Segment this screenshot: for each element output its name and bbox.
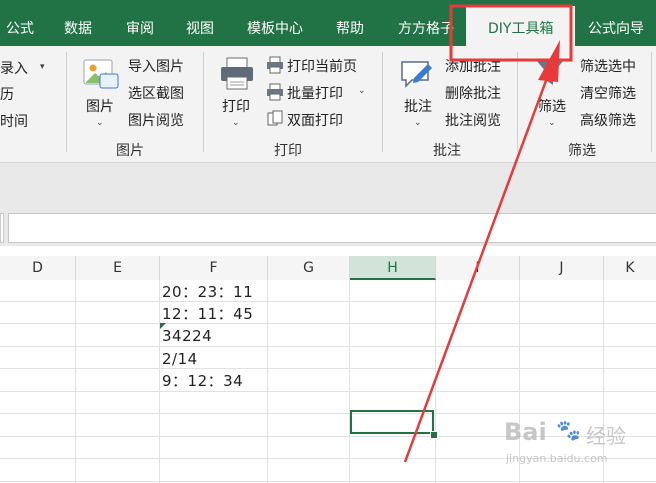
picture-browse-button[interactable]: 图片阅览 — [128, 110, 184, 130]
name-box[interactable] — [0, 213, 4, 243]
ribbon-tab-bar: 公式 数据 审阅 视图 模板中心 帮助 方方格子 DIY工具箱 公式向导 — [0, 0, 656, 46]
print-current-page-button[interactable]: 打印当前页 — [287, 56, 357, 76]
tab-fangfanggezi[interactable]: 方方格子 — [398, 0, 454, 46]
error-indicator-triangle — [160, 323, 166, 329]
comment-group-label: 批注 — [433, 143, 461, 159]
watermark-jingyan: 经验 — [586, 424, 626, 448]
group-separator — [382, 52, 383, 152]
batch-print-button[interactable]: 批量打印 — [287, 83, 343, 103]
tab-template-center[interactable]: 模板中心 — [247, 0, 303, 46]
worksheet-grid[interactable]: 20：23：11 12：11：45 34224 2/14 9：12：34 Bai… — [0, 280, 656, 483]
chevron-down-icon[interactable]: ⌄ — [358, 86, 366, 96]
picture-big-button[interactable]: 图片 ⌄ — [78, 54, 124, 134]
chevron-down-icon[interactable]: ▾ — [40, 62, 45, 72]
funnel-icon — [536, 60, 564, 85]
cell-f2[interactable]: 12：11：45 — [162, 302, 253, 324]
clear-filter-button[interactable]: 清空筛选 — [580, 83, 636, 103]
picture-icon — [83, 59, 119, 89]
printer-icon — [221, 57, 253, 90]
chevron-down-icon: ⌄ — [414, 118, 422, 128]
tab-review[interactable]: 审阅 — [126, 0, 154, 46]
print-button-label: 打印 — [222, 99, 250, 115]
watermark: Bai 🐾 经验 jingyan.baidu.com — [500, 418, 650, 478]
left-partial-item1[interactable]: 录入 — [0, 58, 28, 78]
group-separator — [651, 52, 652, 152]
paw-icon: 🐾 — [556, 418, 581, 442]
fill-handle[interactable] — [430, 431, 438, 439]
group-separator — [517, 52, 518, 152]
formula-input[interactable] — [8, 213, 656, 243]
comment-browse-button[interactable]: 批注阅览 — [445, 110, 501, 130]
tab-help[interactable]: 帮助 — [336, 0, 364, 46]
tab-view[interactable]: 视图 — [186, 0, 214, 46]
column-header-row: D E F G H I J K — [0, 256, 656, 281]
formula-bar — [0, 211, 656, 246]
delete-comment-button[interactable]: 删除批注 — [445, 83, 501, 103]
tab-diy-toolbox[interactable]: DIY工具箱 — [466, 6, 576, 46]
column-header-h[interactable]: H — [350, 256, 436, 280]
column-header-j[interactable]: J — [520, 256, 604, 280]
tab-data[interactable]: 数据 — [64, 0, 92, 46]
chevron-down-icon: ⌄ — [232, 118, 240, 128]
filter-selected-button[interactable]: 筛选选中 — [580, 56, 636, 76]
filter-big-button[interactable]: 筛选 ⌄ — [530, 54, 576, 134]
column-header-g[interactable]: G — [268, 256, 350, 280]
duplex-print-icon — [267, 110, 283, 126]
duplex-print-button[interactable]: 双面打印 — [287, 110, 343, 130]
filter-group-label: 筛选 — [568, 143, 596, 159]
watermark-url: jingyan.baidu.com — [506, 452, 608, 465]
print-page-icon — [267, 56, 283, 74]
left-partial-item2[interactable]: 历 — [0, 84, 14, 104]
column-header-f[interactable]: F — [160, 256, 268, 280]
picture-button-label: 图片 — [86, 99, 114, 115]
cell-f4[interactable]: 2/14 — [162, 347, 198, 369]
column-header-e[interactable]: E — [76, 256, 160, 280]
group-separator — [66, 52, 67, 152]
chevron-down-icon: ⌄ — [548, 118, 556, 128]
comment-big-button[interactable]: 批注 ⌄ — [396, 54, 442, 134]
cell-f5[interactable]: 9：12：34 — [162, 369, 243, 391]
ribbon-bottom-band — [0, 163, 656, 211]
cell-f1[interactable]: 20：23：11 — [162, 280, 253, 302]
region-screenshot-button[interactable]: 选区截图 — [128, 83, 184, 103]
advanced-filter-button[interactable]: 高级筛选 — [580, 110, 636, 130]
import-picture-button[interactable]: 导入图片 — [128, 56, 184, 76]
filter-button-label: 筛选 — [538, 99, 566, 115]
column-header-d[interactable]: D — [0, 256, 76, 280]
column-header-i[interactable]: I — [436, 256, 520, 280]
left-partial-item3[interactable]: 时间 — [0, 111, 28, 131]
tab-formulas[interactable]: 公式 — [6, 0, 34, 46]
picture-group-label: 图片 — [116, 143, 144, 159]
cell-f3[interactable]: 34224 — [162, 324, 212, 346]
chevron-down-icon: ⌄ — [96, 118, 104, 128]
add-comment-button[interactable]: 添加批注 — [445, 56, 501, 76]
print-big-button[interactable]: 打印 ⌄ — [214, 54, 260, 134]
print-group-label: 打印 — [274, 143, 302, 159]
tab-formula-wizard[interactable]: 公式向导 — [588, 0, 644, 46]
batch-print-icon — [267, 83, 283, 101]
comment-button-label: 批注 — [404, 99, 432, 115]
column-header-k[interactable]: K — [604, 256, 656, 280]
watermark-logo: Bai — [504, 418, 547, 446]
ribbon-panel: 录入 ▾ 历 时间 图片 ⌄ 导入图片 选区截图 图片阅览 图片 打印 ⌄ 打印… — [0, 46, 656, 163]
active-cell-selection[interactable] — [350, 410, 434, 434]
comment-icon — [401, 61, 432, 88]
group-separator — [203, 52, 204, 152]
